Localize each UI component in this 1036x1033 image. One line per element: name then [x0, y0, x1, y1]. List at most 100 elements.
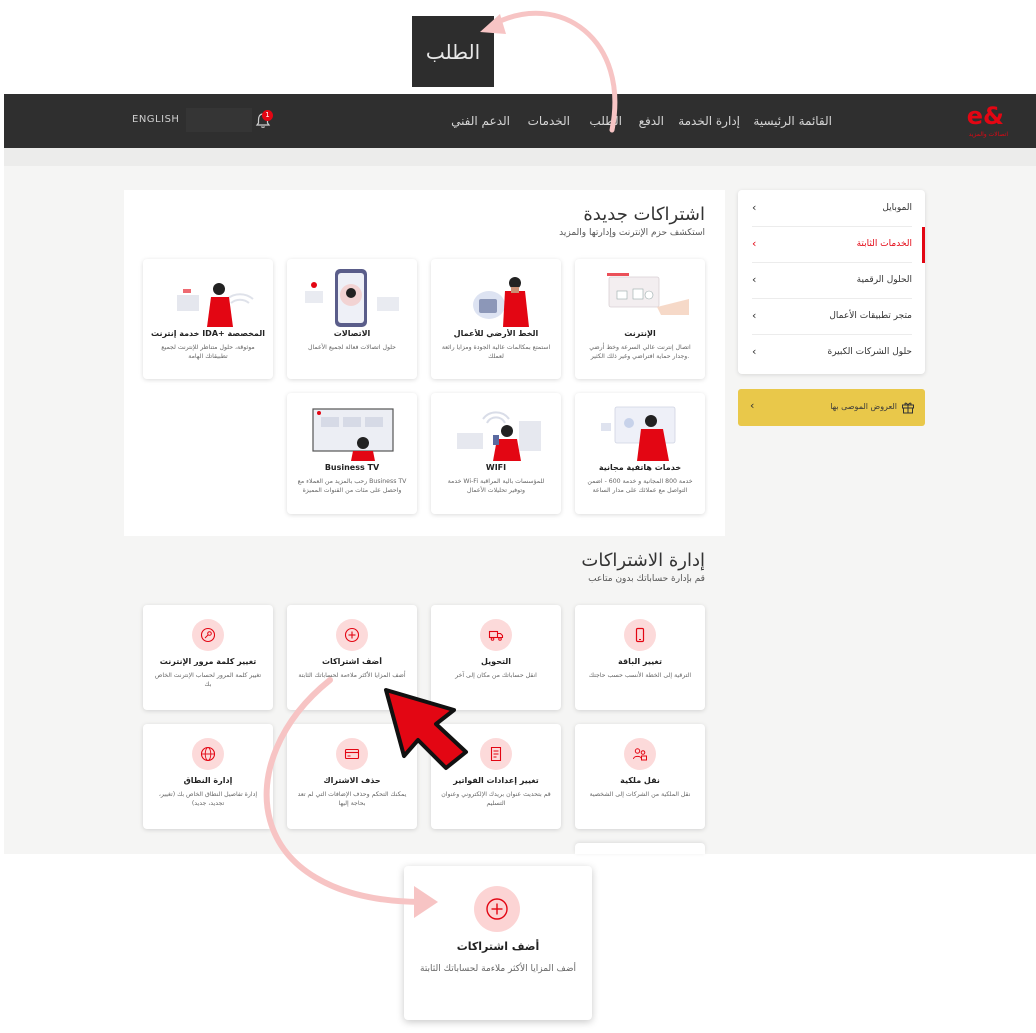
ida-internet-illustration-icon — [177, 283, 254, 327]
zoomed-card-description: أضف المزايا الأكثر ملاءمة لحساباتك الثاب… — [420, 964, 576, 974]
card-description: تغيير كلمة المرور لحساب الإنترنت الخاص ب… — [154, 672, 262, 688]
card-title: Business TV — [324, 463, 380, 472]
card-description: قم بتحديث عنوان بريدك الإلكتروني وعنوان … — [441, 791, 551, 807]
sidebar-item-fixed-services[interactable]: الخدمات الثابتة ‹ — [752, 227, 912, 263]
chevron-left-icon: ‹ — [750, 399, 755, 412]
manage-card-transfer[interactable]: التحويل انقل حساباتك من مكان إلى آخر — [431, 605, 561, 710]
card-title: الإنترنت — [624, 329, 656, 338]
section-subtitle-new-subscriptions: استكشف حزم الإنترنت وإدارتها والمزيد — [559, 228, 705, 238]
offers-label: العروض الموصى بها — [830, 402, 897, 411]
chevron-left-icon: ‹ — [752, 237, 757, 250]
brand-logo[interactable]: e& اتصالات والمزيد — [956, 102, 1008, 142]
card-description: اتصال إنترنت عالي السرعة وخط أرضي وجدار … — [589, 344, 691, 360]
nav-item-service-management[interactable]: إدارة الخدمة — [678, 114, 740, 128]
card-description: خدمة Wi-Fi للمؤسسات بالية المراقبة وتوفي… — [447, 478, 545, 494]
truck-icon — [480, 619, 512, 651]
phone-icon — [624, 619, 656, 651]
business-tv-illustration-icon — [312, 408, 394, 461]
sidebar-item-enterprise-solutions[interactable]: حلول الشركات الكبيرة ‹ — [752, 335, 912, 371]
callout-box: الطلب — [412, 16, 494, 87]
users-icon — [624, 738, 656, 770]
sidebar-item-mobile[interactable]: الموبايل ‹ — [752, 191, 912, 227]
nav-item-order[interactable]: الطلب — [589, 114, 622, 128]
card-description: إدارة تفاصيل النطاق الخاص بك (تغيير، تجد… — [158, 791, 258, 807]
manage-subscriptions-header: إدارة الاشتراكات قم بإدارة حساباتك بدون … — [124, 536, 725, 606]
manage-card-billing-settings[interactable]: تغيير إعدادات الفواتير قم بتحديث عنوان ب… — [431, 724, 561, 829]
section-subtitle-manage-subscriptions: قم بإدارة حساباتك بدون متاعب — [588, 574, 705, 584]
card-description: استمتع بمكالمات عالية الجودة ومزايا رائع… — [441, 344, 551, 360]
card-title: أضف اشتراكات — [321, 657, 383, 666]
card-title: التحويل — [481, 657, 511, 666]
card-title: تغيير الباقة — [618, 657, 662, 666]
sidebar-item-label: حلول الشركات الكبيرة — [827, 347, 912, 357]
logo-mark: e& — [966, 102, 1004, 130]
card-title: الاتصالات — [333, 329, 371, 338]
section-title-manage-subscriptions: إدارة الاشتراكات — [581, 550, 705, 571]
card-icon — [336, 738, 368, 770]
sidebar-item-label: متجر تطبيقات الأعمال — [829, 311, 912, 321]
card-title: نقل ملكية — [620, 776, 660, 785]
service-card-business-tv[interactable]: Business TV رحب بالمزيد من العملاء مع Bu… — [287, 393, 417, 514]
sidebar-item-label: الخدمات الثابتة — [856, 239, 912, 249]
plus-circle-icon — [474, 886, 520, 932]
sub-header-bar — [4, 148, 1036, 166]
manage-card-domain-management[interactable]: إدارة النطاق إدارة تفاصيل النطاق الخاص ب… — [143, 724, 273, 829]
card-title: WIFI — [485, 463, 507, 472]
card-description: يمكنك التحكم وحذف الإضافات التي لم تعد ب… — [297, 791, 407, 807]
service-card-wifi[interactable]: WIFI خدمة Wi-Fi للمؤسسات بالية المراقبة … — [431, 393, 561, 514]
zoomed-add-subscriptions-card[interactable]: أضف اشتراكات أضف المزايا الأكثر ملاءمة ل… — [404, 866, 592, 1020]
logo-subtitle: اتصالات والمزيد — [968, 131, 1008, 138]
notification-badge: 1 — [262, 110, 273, 121]
manage-card-delete-subscription[interactable]: حذف الاشتراك يمكنك التحكم وحذف الإضافات … — [287, 724, 417, 829]
card-description: الترقية إلى الخطة الأنسب حسب حاجتك — [588, 672, 692, 679]
nav-search-box[interactable] — [186, 108, 252, 132]
gift-icon — [902, 402, 914, 414]
service-card-business-landline[interactable]: الخط الأرضي للأعمال استمتع بمكالمات عالي… — [431, 259, 561, 379]
invoice-icon — [480, 738, 512, 770]
category-sidebar: الموبايل ‹ الخدمات الثابتة ‹ الحلول الرق… — [738, 190, 925, 374]
internet-illustration-icon — [607, 273, 689, 315]
chevron-left-icon: ‹ — [752, 201, 757, 214]
sidebar-item-digital-solutions[interactable]: الحلول الرقمية ‹ — [752, 263, 912, 299]
card-title: حذف الاشتراك — [323, 776, 381, 785]
card-description: انقل حساباتك من مكان إلى آخر — [455, 672, 537, 679]
zoomed-card-title: أضف اشتراكات — [456, 940, 540, 953]
landline-illustration-icon — [473, 277, 529, 327]
card-title: خدمة إنترنت IDA+ المخصصة — [150, 329, 266, 338]
nav-item-support[interactable]: الدعم الفني — [451, 114, 510, 128]
communications-illustration-icon — [305, 269, 399, 327]
service-card-communications[interactable]: الاتصالات حلول اتصالات فعالة لجميع الأعم… — [287, 259, 417, 379]
plus-circle-icon — [336, 619, 368, 651]
card-description: موثوقة، حلول متناظر للإنترنت لجميع تطبيق… — [161, 344, 255, 360]
service-card-ida-internet[interactable]: خدمة إنترنت IDA+ المخصصة موثوقة، حلول مت… — [143, 259, 273, 379]
sidebar-item-business-app-store[interactable]: متجر تطبيقات الأعمال ‹ — [752, 299, 912, 335]
sidebar-item-label: الموبايل — [882, 203, 912, 213]
manage-card-ownership-transfer[interactable]: نقل ملكية نقل الملكية من الشركات إلى الش… — [575, 724, 705, 829]
card-description: رحب بالمزيد من العملاء مع Business TV وا… — [297, 478, 407, 494]
manage-card-change-plan[interactable]: تغيير الباقة الترقية إلى الخطة الأنسب حس… — [575, 605, 705, 710]
chevron-left-icon: ‹ — [752, 345, 757, 358]
card-description: أضف المزايا الأكثر ملاءمة لحساباتك الثاب… — [298, 672, 406, 679]
nav-item-payment[interactable]: الدفع — [639, 114, 664, 128]
service-card-free-phone[interactable]: خدمات هاتفية مجانية خدمة 800 المجانية و … — [575, 393, 705, 514]
sidebar-active-indicator — [922, 227, 925, 263]
callout-label: الطلب — [425, 40, 481, 64]
free-phone-illustration-icon — [601, 406, 676, 461]
partial-card — [575, 843, 705, 854]
nav-item-services[interactable]: الخدمات — [528, 114, 570, 128]
manage-card-add-subscriptions[interactable]: أضف اشتراكات أضف المزايا الأكثر ملاءمة ل… — [287, 605, 417, 710]
wifi-illustration-icon — [457, 411, 541, 461]
manage-card-change-internet-password[interactable]: تغيير كلمة مرور الإنترنت تغيير كلمة المر… — [143, 605, 273, 710]
language-switch[interactable]: ENGLISH — [132, 114, 179, 125]
card-description: خدمة 800 المجانية و خدمة 600 - اضمن التو… — [587, 478, 693, 494]
chevron-left-icon: ‹ — [752, 309, 757, 322]
globe-icon — [192, 738, 224, 770]
recommended-offers-button[interactable]: العروض الموصى بها ‹ — [738, 389, 925, 426]
service-card-internet[interactable]: الإنترنت اتصال إنترنت عالي السرعة وخط أر… — [575, 259, 705, 379]
card-title: خدمات هاتفية مجانية — [598, 463, 682, 472]
card-title: إدارة النطاق — [183, 776, 233, 785]
card-title: الخط الأرضي للأعمال — [453, 329, 539, 338]
nav-item-home[interactable]: القائمة الرئيسية — [753, 114, 832, 128]
card-description: حلول اتصالات فعالة لجميع الأعمال — [307, 344, 397, 351]
card-title: تغيير كلمة مرور الإنترنت — [159, 657, 257, 666]
